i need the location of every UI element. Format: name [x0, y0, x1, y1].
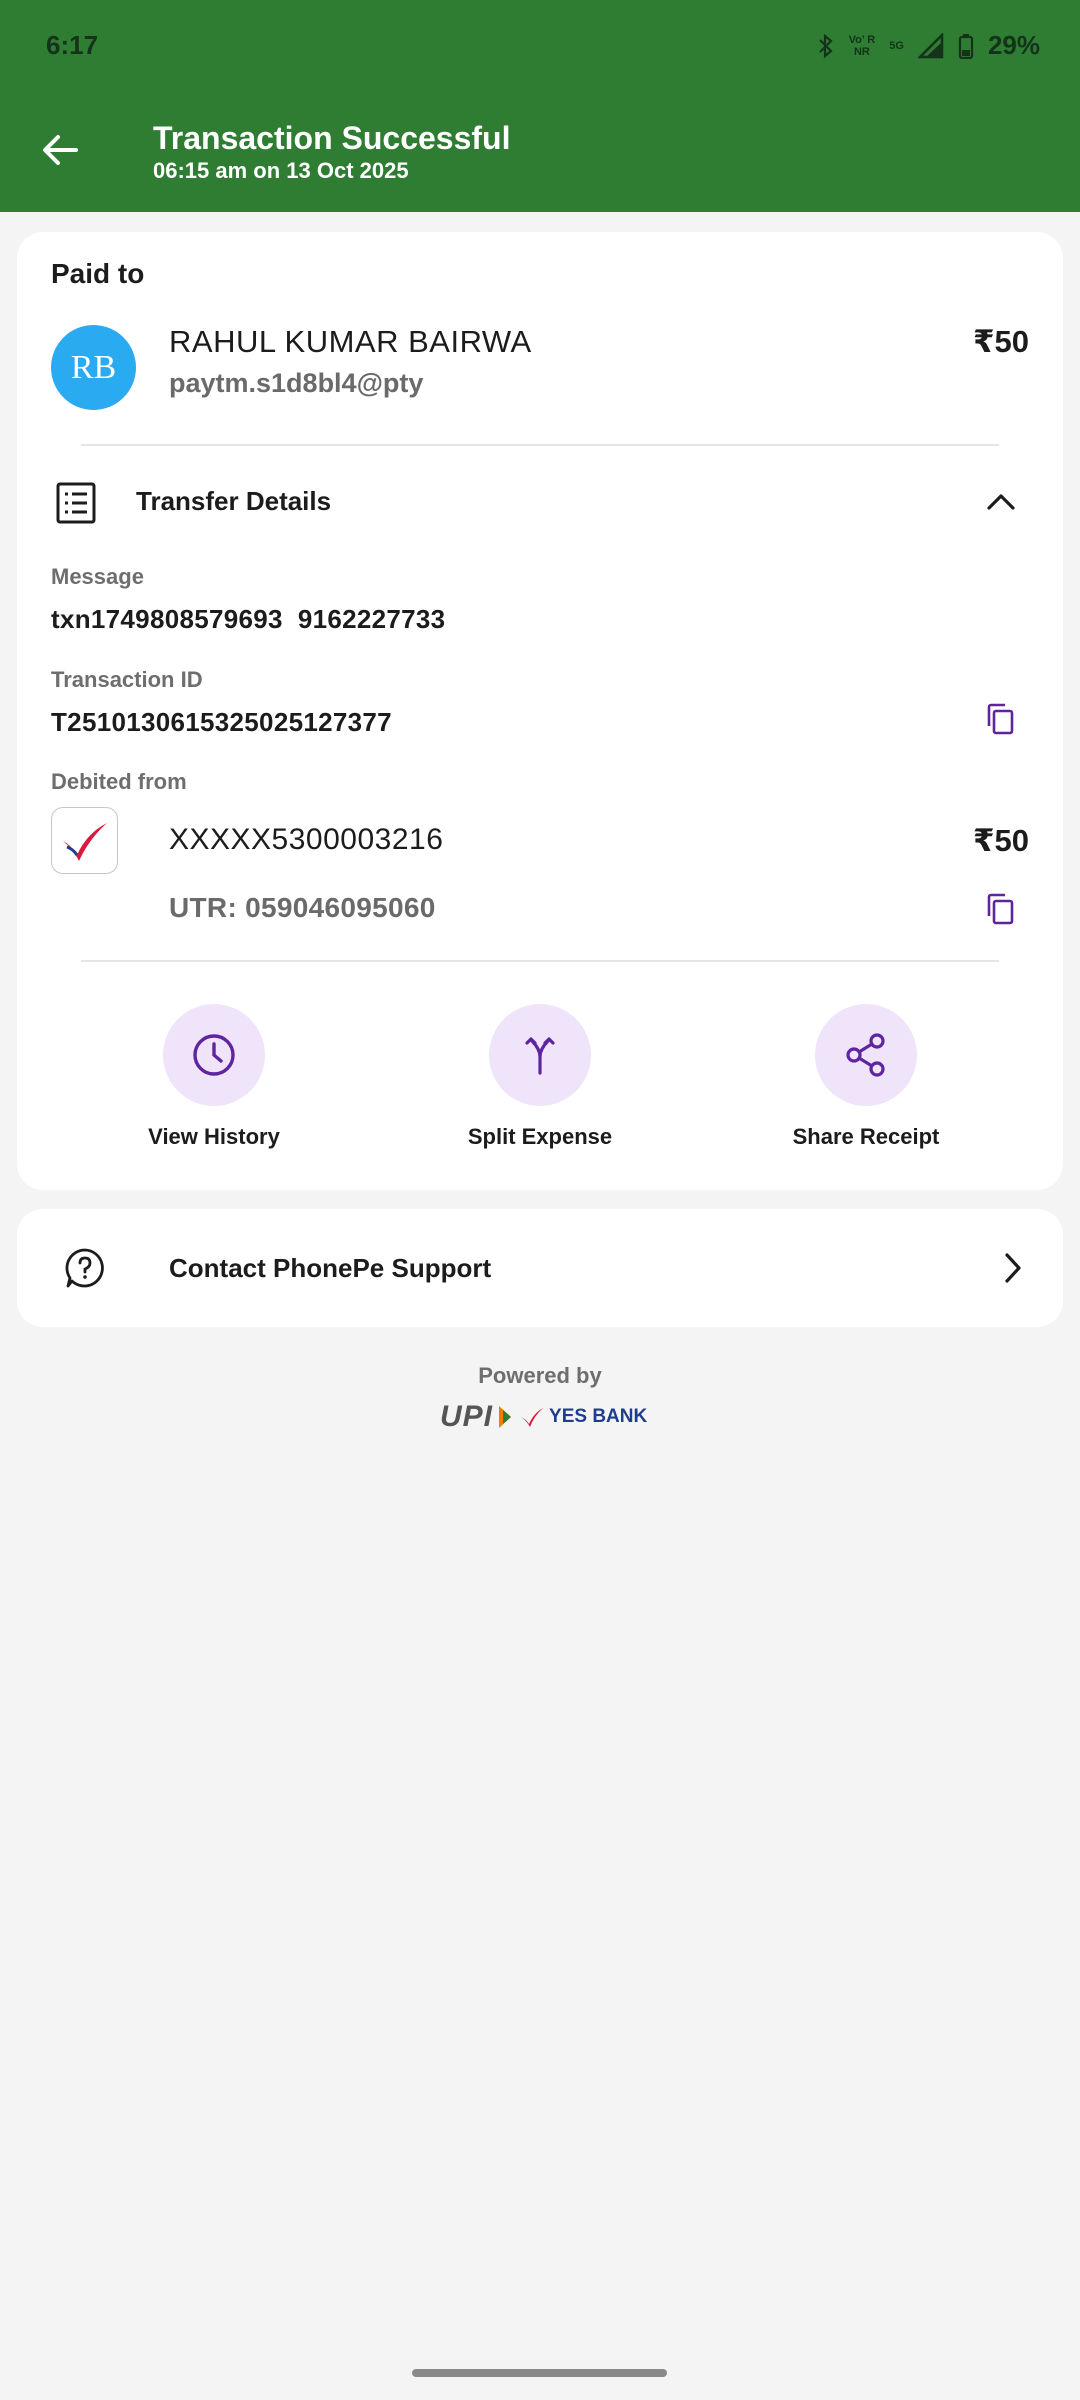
home-indicator[interactable]	[412, 2369, 667, 2377]
debit-amount: ₹50	[972, 823, 1029, 858]
back-arrow-icon[interactable]	[38, 128, 82, 172]
view-history-icon-bg	[163, 1004, 265, 1106]
bank-logo	[51, 807, 118, 874]
split-expense-icon-bg	[489, 1004, 591, 1106]
bluetooth-icon	[818, 33, 833, 58]
split-expense-button[interactable]: Split Expense	[440, 1004, 640, 1150]
powered-by-label: Powered by	[478, 1363, 602, 1388]
transaction-card: Paid to RB RAHUL KUMAR BAIRWA paytm.s1d8…	[17, 232, 1063, 1190]
transaction-id-value: T2510130615325025127377	[51, 707, 392, 737]
transaction-id-label: Transaction ID	[51, 667, 203, 692]
debit-account-number: XXXXX5300003216	[169, 823, 444, 856]
share-icon	[846, 1033, 885, 1077]
transaction-datetime: 06:15 am on 13 Oct 2025	[153, 158, 409, 183]
chevron-right-icon	[1005, 1253, 1021, 1283]
bank-check-icon	[62, 822, 107, 861]
divider	[81, 960, 999, 962]
upi-arrow-icon	[499, 1406, 512, 1428]
upi-logo: UPI	[440, 1400, 494, 1433]
message-value: txn1749808579693 9162227733	[51, 604, 446, 634]
clock-icon	[193, 1034, 235, 1076]
paid-amount: ₹50	[972, 324, 1029, 359]
help-circle-icon	[65, 1248, 104, 1288]
share-receipt-label: Share Receipt	[792, 1124, 940, 1149]
app-header: 6:17 Vo’ R NR 5G 29% Transaction Success…	[0, 0, 1080, 212]
split-expense-label: Split Expense	[467, 1124, 613, 1149]
payee-vpa: paytm.s1d8bl4@pty	[169, 368, 424, 398]
network-5g: 5G	[889, 39, 904, 52]
split-icon	[525, 1037, 555, 1075]
copy-transaction-id-icon[interactable]	[983, 702, 1017, 736]
transfer-details-title[interactable]: Transfer Details	[136, 486, 331, 517]
status-time: 6:17	[46, 30, 99, 60]
paid-to-label: Paid to	[51, 258, 145, 289]
share-receipt-button[interactable]: Share Receipt	[766, 1004, 966, 1150]
signal-icon	[917, 32, 944, 58]
copy-utr-icon[interactable]	[983, 892, 1017, 926]
battery-icon	[958, 33, 974, 59]
contact-support-label: Contact PhonePe Support	[169, 1253, 492, 1283]
contact-support-row[interactable]: Contact PhonePe Support	[17, 1209, 1063, 1327]
network-label: Vo’ R NR	[848, 33, 876, 58]
share-receipt-icon-bg	[815, 1004, 917, 1106]
view-history-button[interactable]: View History	[114, 1004, 314, 1150]
avatar: RB	[51, 325, 136, 410]
view-history-label: View History	[148, 1124, 280, 1149]
divider	[81, 444, 999, 446]
receipt-list-icon	[56, 482, 96, 524]
partner-logos: UPI YES BANK	[440, 1400, 647, 1434]
utr-number: UTR: 059046095060	[169, 892, 436, 923]
chevron-up-icon[interactable]	[985, 486, 1017, 518]
page-title: Transaction Successful	[153, 120, 511, 156]
battery-percent: 29%	[987, 30, 1040, 60]
yes-bank-logo: YES BANK	[549, 1406, 648, 1427]
yes-bank-check-icon	[521, 1408, 544, 1427]
debited-from-label: Debited from	[51, 769, 187, 794]
status-icons: Vo’ R NR 5G 29%	[817, 30, 1040, 61]
payee-name: RAHUL KUMAR BAIRWA	[169, 324, 532, 359]
message-label: Message	[51, 564, 144, 589]
